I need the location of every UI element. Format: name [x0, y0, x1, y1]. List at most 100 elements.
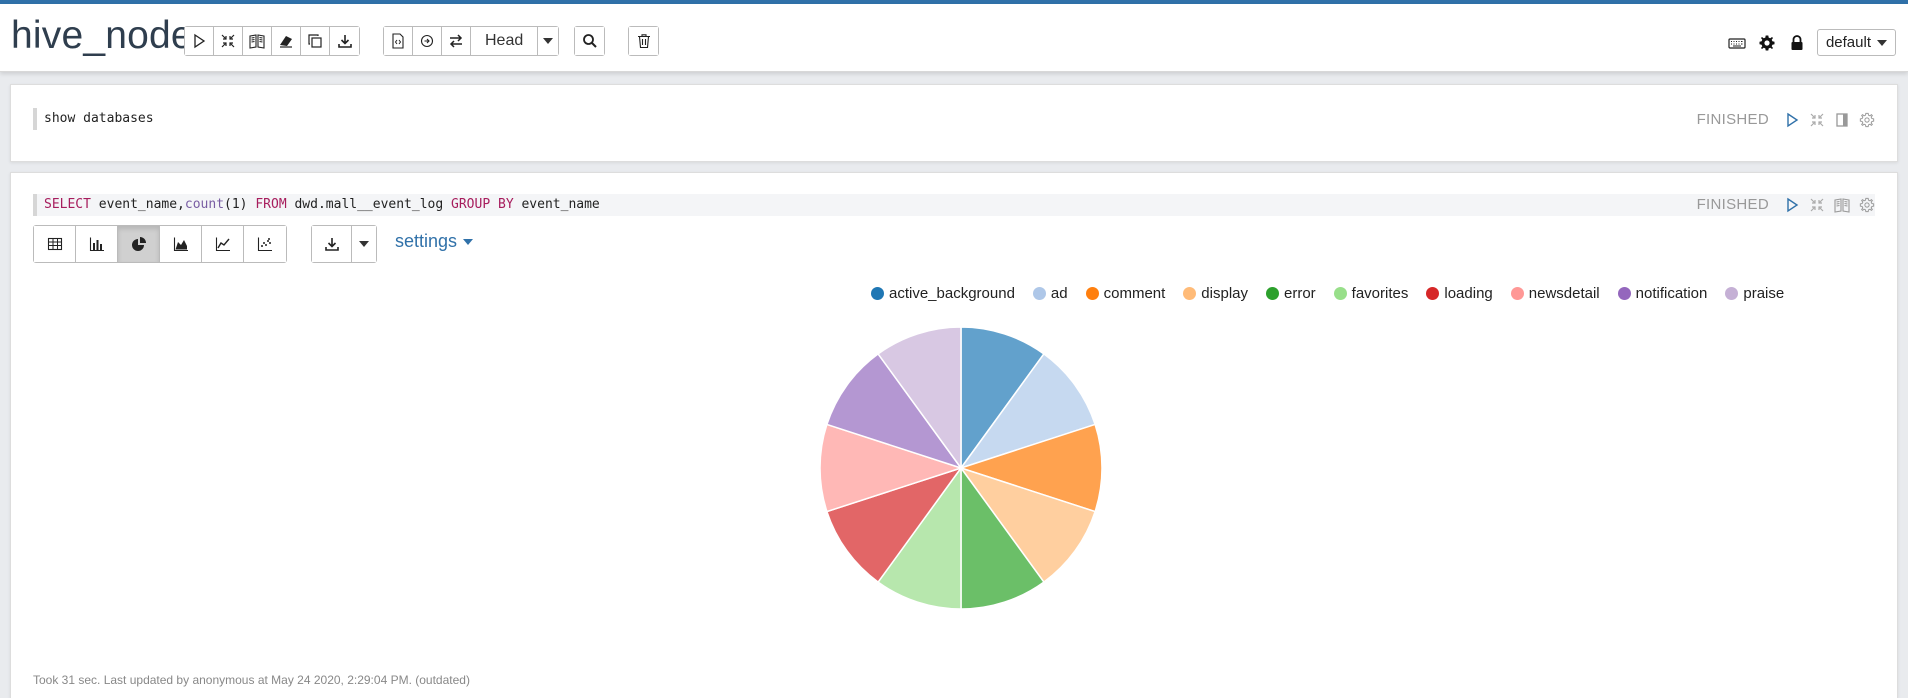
table-icon — [47, 237, 62, 251]
paragraph-settings-button[interactable] — [1858, 111, 1875, 128]
interpreter-label: default — [1825, 34, 1871, 51]
gear-icon — [1759, 35, 1775, 50]
file-code-icon — [392, 33, 404, 49]
gear-icon — [1859, 197, 1874, 212]
pie-legend: active_background ad comment display error fa… — [871, 285, 1802, 302]
play-icon — [194, 33, 206, 49]
legend-label: ad — [1050, 285, 1068, 302]
legend-item[interactable]: error — [1266, 285, 1316, 302]
revision-dropdown-toggle[interactable] — [538, 27, 559, 55]
sql-text: event_name — [513, 197, 600, 212]
legend-label: error — [1284, 285, 1316, 302]
legend-item[interactable]: active_background — [871, 285, 1015, 302]
legend-swatch — [871, 287, 884, 300]
circle-arrow-icon — [420, 34, 434, 48]
legend-swatch — [1617, 287, 1631, 300]
run-all-button[interactable] — [185, 27, 214, 55]
legend-item[interactable]: favorites — [1333, 285, 1408, 302]
bar-chart-icon — [89, 237, 104, 252]
paragraph-code-editor[interactable]: SELECT event_name,count(1) FROM dwd.mall… — [33, 194, 1875, 216]
viz-scatter-chart-button[interactable] — [244, 226, 286, 262]
hide-editor-button[interactable] — [1808, 196, 1825, 213]
paragraph-settings-button[interactable] — [1858, 196, 1875, 213]
paragraph-event-query: SELECT event_name,count(1) FROM dwd.mall… — [10, 172, 1898, 698]
copy-icon — [308, 34, 322, 48]
hide-editor-button[interactable] — [1808, 111, 1825, 128]
search-icon — [582, 34, 597, 48]
compress-icon — [1810, 113, 1823, 126]
head-revision-button[interactable]: Head — [471, 27, 539, 55]
download-data-button[interactable] — [312, 226, 352, 262]
legend-swatch — [1333, 287, 1347, 300]
run-paragraph-button[interactable] — [1783, 111, 1800, 128]
hide-output-button[interactable] — [243, 27, 272, 55]
viz-area-chart-button[interactable] — [160, 226, 202, 262]
trash-icon — [637, 34, 650, 49]
sql-function-count: count — [184, 197, 225, 212]
keyboard-shortcuts-button[interactable] — [1727, 33, 1747, 53]
viz-line-chart-button[interactable] — [202, 226, 244, 262]
pie-chart — [819, 326, 1103, 610]
download-icon — [324, 238, 339, 251]
search-group — [574, 26, 605, 56]
legend-item[interactable]: newsdetail — [1510, 285, 1600, 302]
notebook-title[interactable]: hive_node — [11, 14, 193, 58]
legend-item[interactable]: notification — [1617, 285, 1707, 302]
lock-icon — [1791, 34, 1803, 50]
note-permissions-button[interactable] — [1787, 33, 1807, 53]
legend-item[interactable]: comment — [1085, 285, 1165, 302]
paragraph-code-editor[interactable]: show databases — [33, 108, 154, 130]
run-paragraph-button[interactable] — [1783, 196, 1800, 213]
eraser-icon — [280, 36, 292, 48]
interpreter-binding-button[interactable] — [1757, 33, 1777, 53]
sql-keyword-select: SELECT — [44, 197, 91, 212]
keyboard-icon — [1728, 37, 1746, 49]
commit-button[interactable] — [413, 27, 442, 55]
show-output-button[interactable] — [1833, 111, 1850, 128]
legend-swatch — [1725, 287, 1739, 300]
viz-pie-chart-button[interactable] — [118, 226, 160, 262]
sql-text: event_name, — [90, 197, 185, 212]
paragraph-show-databases: show databases FINISHED — [10, 84, 1898, 162]
paragraph-controls: FINISHED — [1697, 111, 1875, 128]
download-group — [311, 225, 377, 263]
trash-group — [628, 26, 659, 56]
download-format-dropdown[interactable] — [352, 226, 376, 262]
legend-swatch — [1426, 287, 1440, 300]
legend-label: display — [1201, 285, 1248, 302]
legend-swatch — [1032, 287, 1046, 300]
remove-notebook-button[interactable] — [629, 27, 658, 55]
search-button[interactable] — [575, 27, 604, 55]
sql-text: dwd.mall__event_log — [286, 197, 452, 212]
hide-output-button[interactable] — [1833, 196, 1850, 213]
viz-settings-toggle[interactable]: settings — [395, 231, 474, 252]
paragraph-footer: Took 31 sec. Last updated by anonymous a… — [33, 673, 470, 687]
hide-code-button[interactable] — [214, 27, 243, 55]
legend-swatch — [1266, 287, 1279, 300]
clear-output-button[interactable] — [272, 27, 301, 55]
notebook-header: hive_node Head default — [0, 4, 1908, 72]
viz-table-button[interactable] — [34, 226, 76, 262]
book-icon — [249, 34, 265, 49]
version-control-group: Head — [383, 26, 560, 56]
chevron-down-icon — [1877, 39, 1887, 46]
exchange-icon — [449, 34, 463, 48]
sql-keyword-from: FROM — [255, 197, 287, 212]
viz-bar-chart-button[interactable] — [76, 226, 118, 262]
compress-icon — [1810, 198, 1823, 211]
header-right-controls: default — [1727, 29, 1896, 56]
version-control-button[interactable] — [384, 27, 413, 55]
interpreter-dropdown[interactable]: default — [1816, 29, 1896, 56]
legend-item[interactable]: loading — [1426, 285, 1493, 302]
legend-item[interactable]: ad — [1032, 285, 1068, 302]
legend-item[interactable]: display — [1183, 285, 1248, 302]
legend-label: newsdetail — [1528, 285, 1600, 302]
legend-item[interactable]: praise — [1725, 285, 1784, 302]
clone-notebook-button[interactable] — [301, 27, 330, 55]
gear-icon — [1859, 112, 1874, 127]
sql-keyword-group-by: GROUP BY — [451, 197, 514, 212]
settings-label: settings — [395, 231, 458, 251]
revisions-button[interactable] — [442, 27, 471, 55]
legend-label: loading — [1444, 285, 1493, 302]
export-notebook-button[interactable] — [330, 27, 359, 55]
